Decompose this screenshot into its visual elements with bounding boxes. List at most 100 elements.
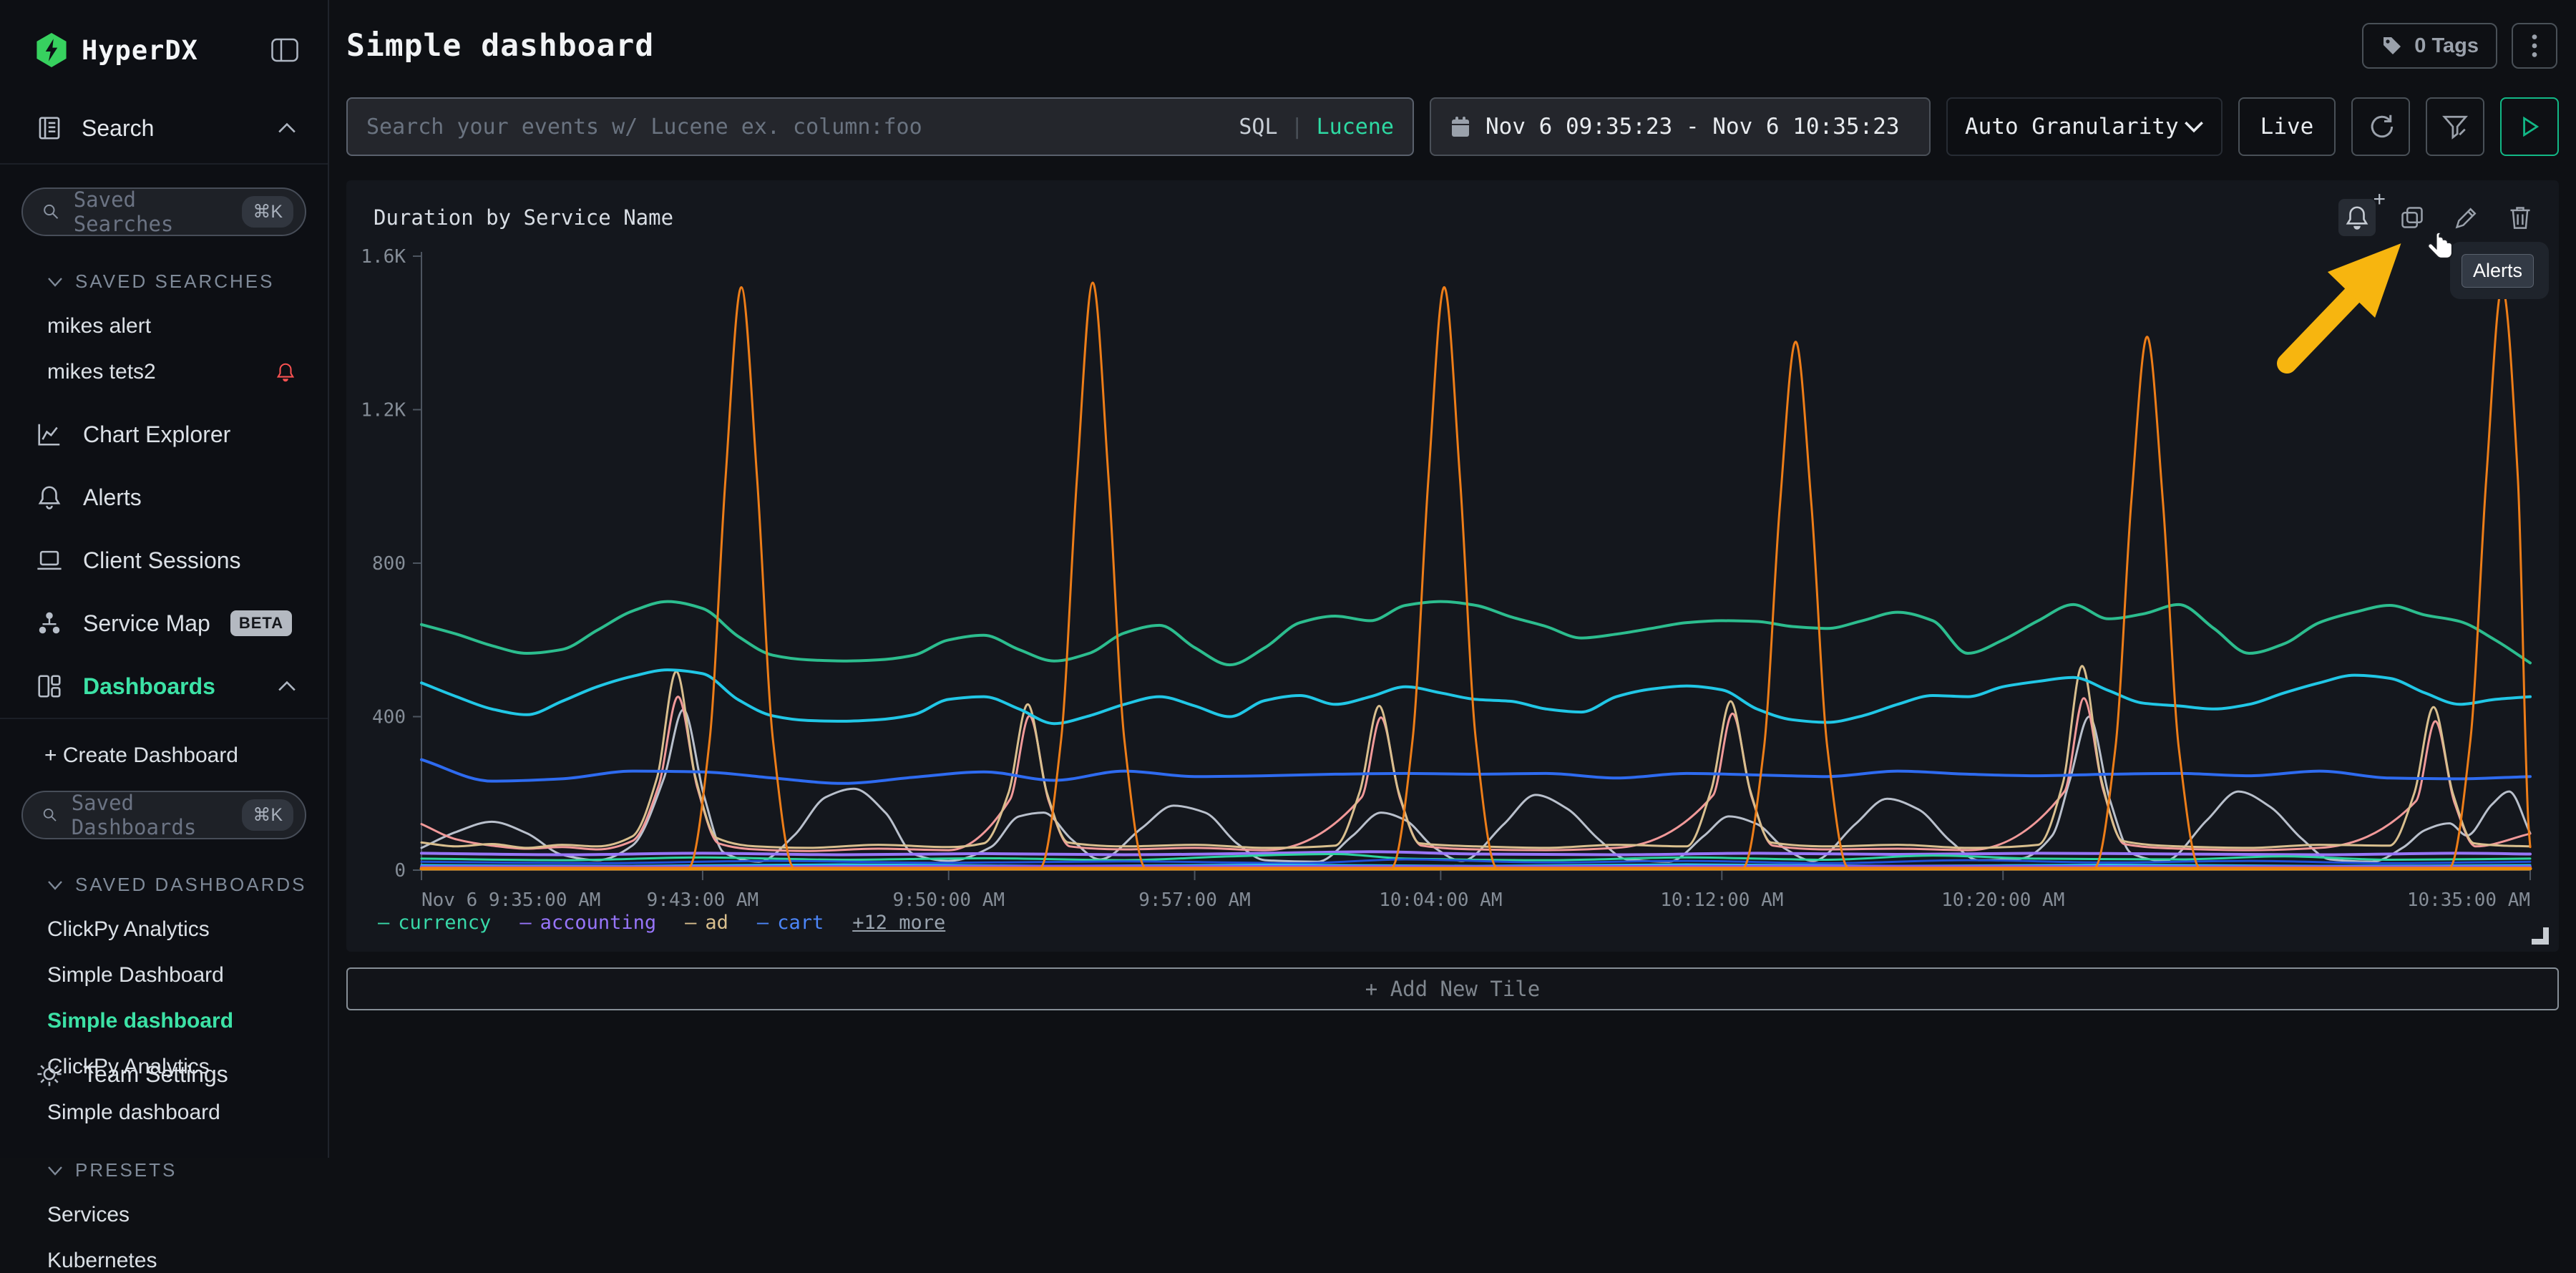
alerts-tooltip: Alerts bbox=[2450, 242, 2549, 299]
sidebar-item-chart-explorer[interactable]: Chart Explorer bbox=[0, 403, 328, 466]
sidebar-item-dashboards[interactable]: Dashboards bbox=[0, 655, 328, 719]
shortcut-badge: ⌘K bbox=[242, 799, 293, 831]
toggle-divider: | bbox=[1291, 114, 1304, 140]
saved-searches-placeholder: Saved Searches bbox=[74, 187, 230, 236]
time-range-value: Nov 6 09:35:23 - Nov 6 10:35:23 bbox=[1485, 114, 1900, 140]
chevron-down-icon bbox=[47, 880, 63, 890]
laptop-icon bbox=[36, 547, 63, 574]
svg-text:Nov 6 9:35:00 AM: Nov 6 9:35:00 AM bbox=[421, 889, 600, 911]
duplicate-tile-button[interactable] bbox=[2394, 200, 2430, 235]
legend-item[interactable]: —accounting bbox=[519, 912, 656, 934]
calendar-icon bbox=[1450, 115, 1471, 138]
tags-button[interactable]: 0 Tags bbox=[2362, 23, 2497, 69]
tag-icon bbox=[2381, 34, 2404, 57]
dashboard-menu-button[interactable] bbox=[2512, 23, 2557, 69]
granularity-select[interactable]: Auto Granularity bbox=[1946, 97, 2223, 156]
svg-text:0: 0 bbox=[394, 860, 406, 882]
kebab-icon bbox=[2531, 33, 2538, 59]
search-icon bbox=[42, 804, 59, 826]
edit-tile-button[interactable] bbox=[2449, 200, 2484, 235]
run-query-button[interactable] bbox=[2500, 97, 2559, 156]
shortcut-badge: ⌘K bbox=[242, 196, 293, 228]
add-new-tile-button[interactable]: + Add New Tile bbox=[346, 967, 2559, 1010]
svg-text:400: 400 bbox=[372, 707, 406, 728]
saved-dashboards-placeholder: Saved Dashboards bbox=[72, 791, 230, 839]
tile-header: Duration by Service Name + bbox=[346, 180, 2559, 236]
service-map-icon bbox=[36, 610, 63, 637]
legend-more-link[interactable]: +12 more bbox=[852, 912, 945, 934]
hyperdx-app: { "sidebar": { "brand": "HyperDX", "sear… bbox=[0, 0, 2576, 1158]
saved-dashboards-input[interactable]: Saved Dashboards ⌘K bbox=[21, 791, 306, 839]
saved-dashboard-item[interactable]: Simple dashboard bbox=[0, 1101, 328, 1125]
time-range-picker[interactable]: Nov 6 09:35:23 - Nov 6 10:35:23 bbox=[1430, 97, 1931, 156]
dashboard-label: Simple Dashboard bbox=[47, 963, 224, 987]
chevron-down-icon bbox=[47, 1166, 63, 1176]
saved-search-item[interactable]: mikes tets2 bbox=[0, 360, 328, 384]
event-search-input[interactable]: Search your events w/ Lucene ex. column:… bbox=[346, 97, 1414, 156]
section-label-text: SAVED DASHBOARDS bbox=[75, 874, 306, 896]
legend-item[interactable]: —currency bbox=[378, 912, 491, 934]
svg-text:10:20:00 AM: 10:20:00 AM bbox=[1941, 889, 2064, 911]
sidebar-item-client-sessions[interactable]: Client Sessions bbox=[0, 529, 328, 592]
create-alert-button[interactable]: + bbox=[2338, 199, 2376, 236]
page-title: Simple dashboard bbox=[346, 28, 654, 64]
chevron-down-icon bbox=[2184, 120, 2204, 133]
saved-dashboards-section[interactable]: SAVED DASHBOARDS bbox=[0, 874, 328, 896]
saved-searches-section[interactable]: SAVED SEARCHES bbox=[0, 270, 328, 293]
svg-text:10:04:00 AM: 10:04:00 AM bbox=[1379, 889, 1502, 911]
saved-dashboard-item[interactable]: Simple Dashboard bbox=[0, 963, 328, 987]
dashboard-header: Simple dashboard 0 Tags bbox=[329, 0, 2576, 69]
beta-badge: BETA bbox=[230, 610, 292, 636]
saved-search-label: mikes alert bbox=[47, 314, 151, 338]
search-icon bbox=[42, 201, 61, 223]
section-label-text: SAVED SEARCHES bbox=[75, 270, 274, 293]
sql-toggle[interactable]: SQL bbox=[1239, 114, 1277, 140]
svg-text:10:12:00 AM: 10:12:00 AM bbox=[1660, 889, 1783, 911]
dashboard-label: ClickPy Analytics bbox=[47, 917, 210, 942]
saved-search-label: mikes tets2 bbox=[47, 360, 156, 384]
brand-name: HyperDX bbox=[82, 35, 198, 66]
sidebar: HyperDX Search Saved Searches ⌘K SAVED S… bbox=[0, 0, 329, 1158]
alerts-tooltip-label[interactable]: Alerts bbox=[2462, 254, 2534, 288]
svg-text:1.6K: 1.6K bbox=[361, 246, 406, 268]
sidebar-item-service-map[interactable]: Service Map BETA bbox=[0, 592, 328, 655]
delete-tile-button[interactable] bbox=[2503, 200, 2537, 235]
sidebar-collapse-icon[interactable] bbox=[270, 37, 299, 63]
preset-label: Kubernetes bbox=[47, 1249, 157, 1273]
refresh-button[interactable] bbox=[2351, 97, 2410, 156]
saved-searches-input[interactable]: Saved Searches ⌘K bbox=[21, 187, 306, 236]
dashboard-label: Simple dashboard bbox=[47, 1009, 233, 1033]
duration-chart[interactable]: 04008001.2K1.6KNov 6 9:35:00 AM9:43:00 A… bbox=[346, 236, 2560, 916]
preset-label: Services bbox=[47, 1203, 130, 1227]
nav-label: Team Settings bbox=[83, 1061, 228, 1088]
saved-dashboard-item[interactable]: ClickPy Analytics bbox=[0, 917, 328, 942]
tile-resize-handle[interactable] bbox=[2532, 927, 2549, 945]
filter-button[interactable] bbox=[2426, 97, 2484, 156]
main-content: Simple dashboard 0 Tags Search your even… bbox=[329, 0, 2576, 1158]
chart-tile: Duration by Service Name + bbox=[346, 180, 2559, 952]
live-button[interactable]: Live bbox=[2238, 97, 2336, 156]
saved-search-item[interactable]: mikes alert bbox=[0, 314, 328, 338]
nav-label: Client Sessions bbox=[83, 547, 241, 574]
preset-item[interactable]: Kubernetes bbox=[0, 1249, 328, 1273]
nav-label: Chart Explorer bbox=[83, 421, 230, 448]
event-search-placeholder: Search your events w/ Lucene ex. column:… bbox=[366, 114, 922, 140]
lucene-toggle[interactable]: Lucene bbox=[1317, 114, 1394, 140]
presets-section[interactable]: PRESETS bbox=[0, 1159, 328, 1181]
add-new-tile-label: + Add New Tile bbox=[1365, 977, 1540, 1001]
sidebar-item-alerts[interactable]: Alerts bbox=[0, 466, 328, 529]
legend-item[interactable]: —cart bbox=[757, 912, 824, 934]
sidebar-item-search[interactable]: Search bbox=[0, 114, 328, 165]
tile-actions: + bbox=[2338, 199, 2537, 236]
create-dashboard-button[interactable]: + Create Dashboard bbox=[0, 743, 328, 768]
svg-text:9:43:00 AM: 9:43:00 AM bbox=[647, 889, 759, 911]
saved-dashboard-item-active[interactable]: Simple dashboard bbox=[0, 1009, 328, 1033]
plus-icon: + bbox=[2373, 187, 2386, 212]
refresh-icon bbox=[2366, 112, 2395, 141]
svg-text:10:35:00 AM: 10:35:00 AM bbox=[2407, 889, 2530, 911]
legend-item[interactable]: —ad bbox=[685, 912, 728, 934]
nav-label: Alerts bbox=[83, 484, 142, 511]
svg-text:800: 800 bbox=[372, 553, 406, 575]
sidebar-item-team-settings[interactable]: Team Settings bbox=[36, 1060, 228, 1088]
preset-item[interactable]: Services bbox=[0, 1203, 328, 1227]
